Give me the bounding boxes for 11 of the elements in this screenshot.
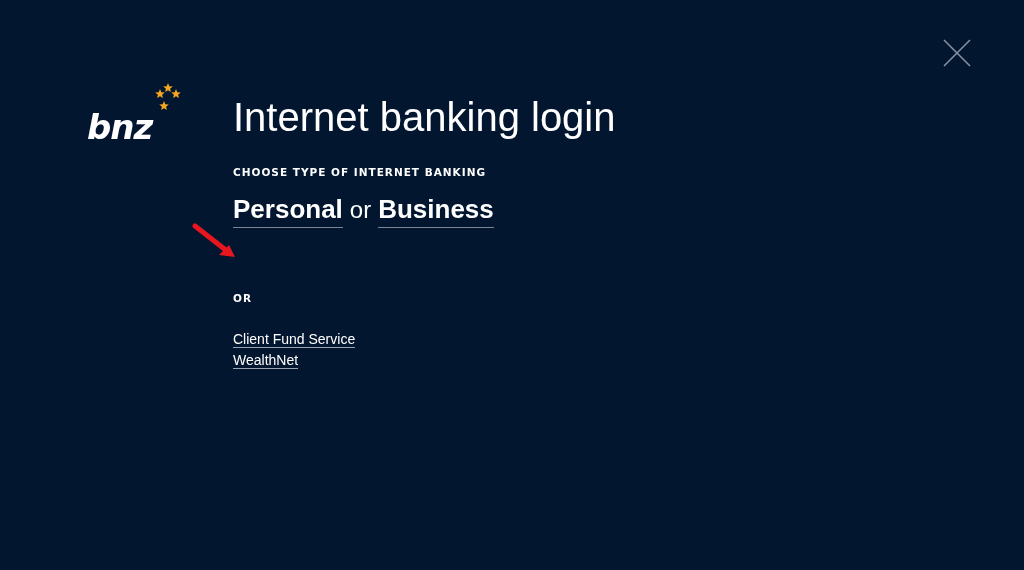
separator-text: or — [349, 196, 372, 224]
service-link[interactable]: WealthNet — [233, 352, 299, 369]
page-title: Internet banking login — [233, 94, 616, 140]
section-heading: CHOOSE TYPE OF INTERNET BANKING — [233, 166, 488, 178]
close-button[interactable] — [942, 38, 972, 68]
section-heading: OR — [233, 292, 253, 304]
banking-type-link[interactable]: Personal — [233, 194, 343, 228]
close-icon — [942, 38, 972, 68]
bank-logo: bnz — [87, 110, 153, 144]
banking-type-link[interactable]: Business — [378, 194, 494, 228]
service-link[interactable]: Client Fund Service — [233, 331, 356, 348]
